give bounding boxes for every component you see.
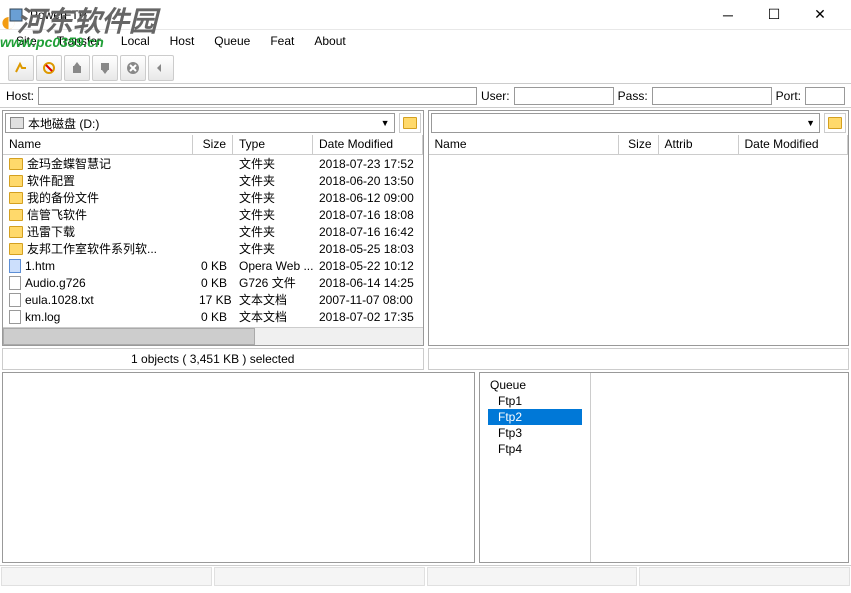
local-path-dropdown[interactable]: 本地磁盘 (D:) — [5, 113, 395, 133]
status-cell — [1, 567, 212, 586]
maximize-button[interactable]: ☐ — [751, 0, 797, 30]
remote-list-header: Name Size Attrib Date Modified — [429, 135, 849, 155]
remote-status — [428, 348, 850, 370]
list-item[interactable]: 友邦工作室软件系列软...文件夹2018-05-25 18:03 — [3, 240, 423, 257]
folder-icon — [9, 192, 23, 204]
log-panel[interactable] — [2, 372, 475, 563]
upload-icon[interactable] — [64, 55, 90, 81]
app-icon — [8, 7, 24, 23]
remote-file-list[interactable] — [429, 155, 849, 345]
menu-host[interactable]: Host — [162, 32, 203, 50]
port-label: Port: — [776, 89, 801, 103]
queue-item[interactable]: Ftp3 — [488, 425, 582, 441]
col-type[interactable]: Type — [233, 135, 313, 154]
host-label: Host: — [6, 89, 34, 103]
disconnect-icon[interactable] — [36, 55, 62, 81]
pass-input[interactable] — [652, 87, 772, 105]
toolbar — [0, 52, 851, 84]
queue-panel: QueueFtp1Ftp2Ftp3Ftp4 — [479, 372, 849, 563]
port-input[interactable] — [805, 87, 845, 105]
list-item[interactable]: Audio.g7260 KBG726 文件2018-06-14 14:25 — [3, 274, 423, 291]
folder-icon — [9, 226, 23, 238]
folder-icon — [9, 175, 23, 187]
list-item[interactable]: 我的备份文件文件夹2018-06-12 09:00 — [3, 189, 423, 206]
col-name[interactable]: Name — [3, 135, 193, 154]
queue-item[interactable]: Ftp2 — [488, 409, 582, 425]
queue-item[interactable]: Ftp4 — [488, 441, 582, 457]
local-folder-up-icon[interactable] — [399, 113, 421, 133]
file-icon — [9, 259, 21, 273]
remote-path-dropdown[interactable] — [431, 113, 821, 133]
col-date[interactable]: Date Modified — [313, 135, 423, 154]
connect-icon[interactable] — [8, 55, 34, 81]
list-item[interactable]: 1.htm0 KBOpera Web ...2018-05-22 10:12 — [3, 257, 423, 274]
menu-transfer[interactable]: Transfer — [49, 32, 109, 50]
file-icon — [9, 276, 21, 290]
local-panel: 本地磁盘 (D:) Name Size Type Date Modified 金… — [2, 110, 424, 346]
folder-icon — [9, 243, 23, 255]
list-item[interactable]: 软件配置文件夹2018-06-20 13:50 — [3, 172, 423, 189]
local-file-list[interactable]: 金玛金蝶智慧记文件夹2018-07-23 17:52软件配置文件夹2018-06… — [3, 155, 423, 327]
menu-feat[interactable]: Feat — [262, 32, 302, 50]
status-cell — [427, 567, 638, 586]
menu-queue[interactable]: Queue — [206, 32, 258, 50]
local-list-header: Name Size Type Date Modified — [3, 135, 423, 155]
drive-icon — [10, 117, 24, 129]
col-attrib[interactable]: Attrib — [659, 135, 739, 154]
remote-folder-up-icon[interactable] — [824, 113, 846, 133]
queue-root[interactable]: Queue — [488, 377, 582, 393]
col-name[interactable]: Name — [429, 135, 619, 154]
file-icon — [9, 293, 21, 307]
queue-detail[interactable] — [590, 373, 848, 562]
remote-panel: Name Size Attrib Date Modified — [428, 110, 850, 346]
list-item[interactable]: 信管飞软件文件夹2018-07-16 18:08 — [3, 206, 423, 223]
minimize-button[interactable]: ─ — [705, 0, 751, 30]
status-footer — [0, 565, 851, 587]
col-size[interactable]: Size — [619, 135, 659, 154]
folder-icon — [9, 209, 23, 221]
folder-icon — [9, 158, 23, 170]
queue-item[interactable]: Ftp1 — [488, 393, 582, 409]
host-input[interactable] — [38, 87, 477, 105]
list-item[interactable]: 金玛金蝶智慧记文件夹2018-07-23 17:52 — [3, 155, 423, 172]
pass-label: Pass: — [618, 89, 648, 103]
col-date[interactable]: Date Modified — [739, 135, 849, 154]
refresh-icon[interactable] — [148, 55, 174, 81]
download-icon[interactable] — [92, 55, 118, 81]
menu-local[interactable]: Local — [113, 32, 158, 50]
list-item[interactable]: eula.1028.txt17 KB文本文档2007-11-07 08:00 — [3, 291, 423, 308]
menubar: Site Transfer Local Host Queue Feat Abou… — [0, 30, 851, 52]
titlebar: PowerFTP ─ ☐ ✕ — [0, 0, 851, 30]
list-item[interactable]: km.log0 KB文本文档2018-07-02 17:35 — [3, 308, 423, 325]
status-cell — [639, 567, 850, 586]
connection-bar: Host: User: Pass: Port: — [0, 84, 851, 108]
close-button[interactable]: ✕ — [797, 0, 843, 30]
file-icon — [9, 310, 21, 324]
status-cell — [214, 567, 425, 586]
menu-site[interactable]: Site — [8, 32, 45, 50]
local-hscroll[interactable] — [3, 327, 423, 345]
user-input[interactable] — [514, 87, 614, 105]
local-status: 1 objects ( 3,451 KB ) selected — [2, 348, 424, 370]
menu-about[interactable]: About — [306, 32, 353, 50]
col-size[interactable]: Size — [193, 135, 233, 154]
queue-tree[interactable]: QueueFtp1Ftp2Ftp3Ftp4 — [480, 373, 590, 562]
list-item[interactable]: 迅雷下载文件夹2018-07-16 16:42 — [3, 223, 423, 240]
titlebar-text: PowerFTP — [30, 8, 705, 22]
stop-icon[interactable] — [120, 55, 146, 81]
user-label: User: — [481, 89, 510, 103]
